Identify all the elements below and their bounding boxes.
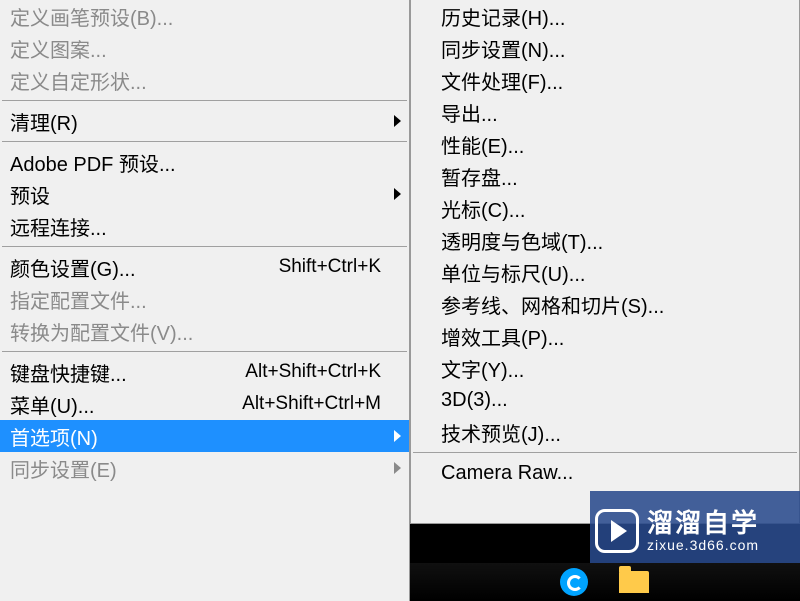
circle-icon: [560, 568, 588, 596]
menu-sync-settings: 同步设置(E): [0, 452, 409, 484]
watermark-badge: 溜溜自学 zixue.3d66.com: [590, 491, 800, 571]
menu-separator: [2, 351, 407, 352]
menu-separator: [413, 452, 797, 453]
submenu-arrow-icon: [394, 115, 401, 127]
menu-convert-profile: 转换为配置文件(V)...: [0, 315, 409, 347]
submenu-arrow-icon: [394, 430, 401, 442]
pref-performance[interactable]: 性能(E)...: [411, 128, 799, 160]
shortcut-text: Shift+Ctrl+K: [279, 256, 381, 278]
taskbar-explorer-icon[interactable]: [610, 565, 658, 599]
taskbar-app-icon[interactable]: [550, 565, 598, 599]
menu-color-settings[interactable]: 颜色设置(G)...Shift+Ctrl+K: [0, 251, 409, 283]
menu-remote-connect[interactable]: 远程连接...: [0, 210, 409, 242]
pref-cursors[interactable]: 光标(C)...: [411, 192, 799, 224]
menu-separator: [2, 141, 407, 142]
taskbar: [410, 563, 800, 601]
menu-define-pattern: 定义图案...: [0, 32, 409, 64]
menu-separator: [2, 100, 407, 101]
menu-presets[interactable]: 预设: [0, 178, 409, 210]
pref-scratch-disks[interactable]: 暂存盘...: [411, 160, 799, 192]
menu-purge[interactable]: 清理(R): [0, 105, 409, 137]
pref-camera-raw[interactable]: Camera Raw...: [411, 457, 799, 489]
watermark-title: 溜溜自学: [647, 509, 759, 538]
menu-separator: [2, 246, 407, 247]
menu-adobe-pdf-presets[interactable]: Adobe PDF 预设...: [0, 146, 409, 178]
menu-menus[interactable]: 菜单(U)...Alt+Shift+Ctrl+M: [0, 388, 409, 420]
menu-assign-profile: 指定配置文件...: [0, 283, 409, 315]
pref-sync-settings[interactable]: 同步设置(N)...: [411, 32, 799, 64]
watermark-url: zixue.3d66.com: [647, 538, 759, 553]
shortcut-text: Alt+Shift+Ctrl+K: [245, 361, 381, 383]
folder-icon: [619, 571, 649, 593]
pref-transparency-gamut[interactable]: 透明度与色域(T)...: [411, 224, 799, 256]
pref-guides-grid-slices[interactable]: 参考线、网格和切片(S)...: [411, 288, 799, 320]
menu-keyboard-shortcuts[interactable]: 键盘快捷键...Alt+Shift+Ctrl+K: [0, 356, 409, 388]
pref-3d[interactable]: 3D(3)...: [411, 384, 799, 416]
preferences-submenu: 历史记录(H)... 同步设置(N)... 文件处理(F)... 导出... 性…: [410, 0, 800, 524]
pref-history[interactable]: 历史记录(H)...: [411, 0, 799, 32]
submenu-arrow-icon: [394, 188, 401, 200]
shortcut-text: Alt+Shift+Ctrl+M: [242, 393, 381, 415]
pref-file-handling[interactable]: 文件处理(F)...: [411, 64, 799, 96]
menu-preferences[interactable]: 首选项(N): [0, 420, 409, 452]
pref-export[interactable]: 导出...: [411, 96, 799, 128]
edit-menu-panel: 定义画笔预设(B)... 定义图案... 定义自定形状... 清理(R) Ado…: [0, 0, 410, 601]
submenu-arrow-icon: [394, 462, 401, 474]
menu-define-brush: 定义画笔预设(B)...: [0, 0, 409, 32]
menu-define-shape: 定义自定形状...: [0, 64, 409, 96]
pref-units-rulers[interactable]: 单位与标尺(U)...: [411, 256, 799, 288]
play-icon: [595, 509, 639, 553]
pref-type[interactable]: 文字(Y)...: [411, 352, 799, 384]
pref-tech-previews[interactable]: 技术预览(J)...: [411, 416, 799, 448]
pref-plugins[interactable]: 增效工具(P)...: [411, 320, 799, 352]
